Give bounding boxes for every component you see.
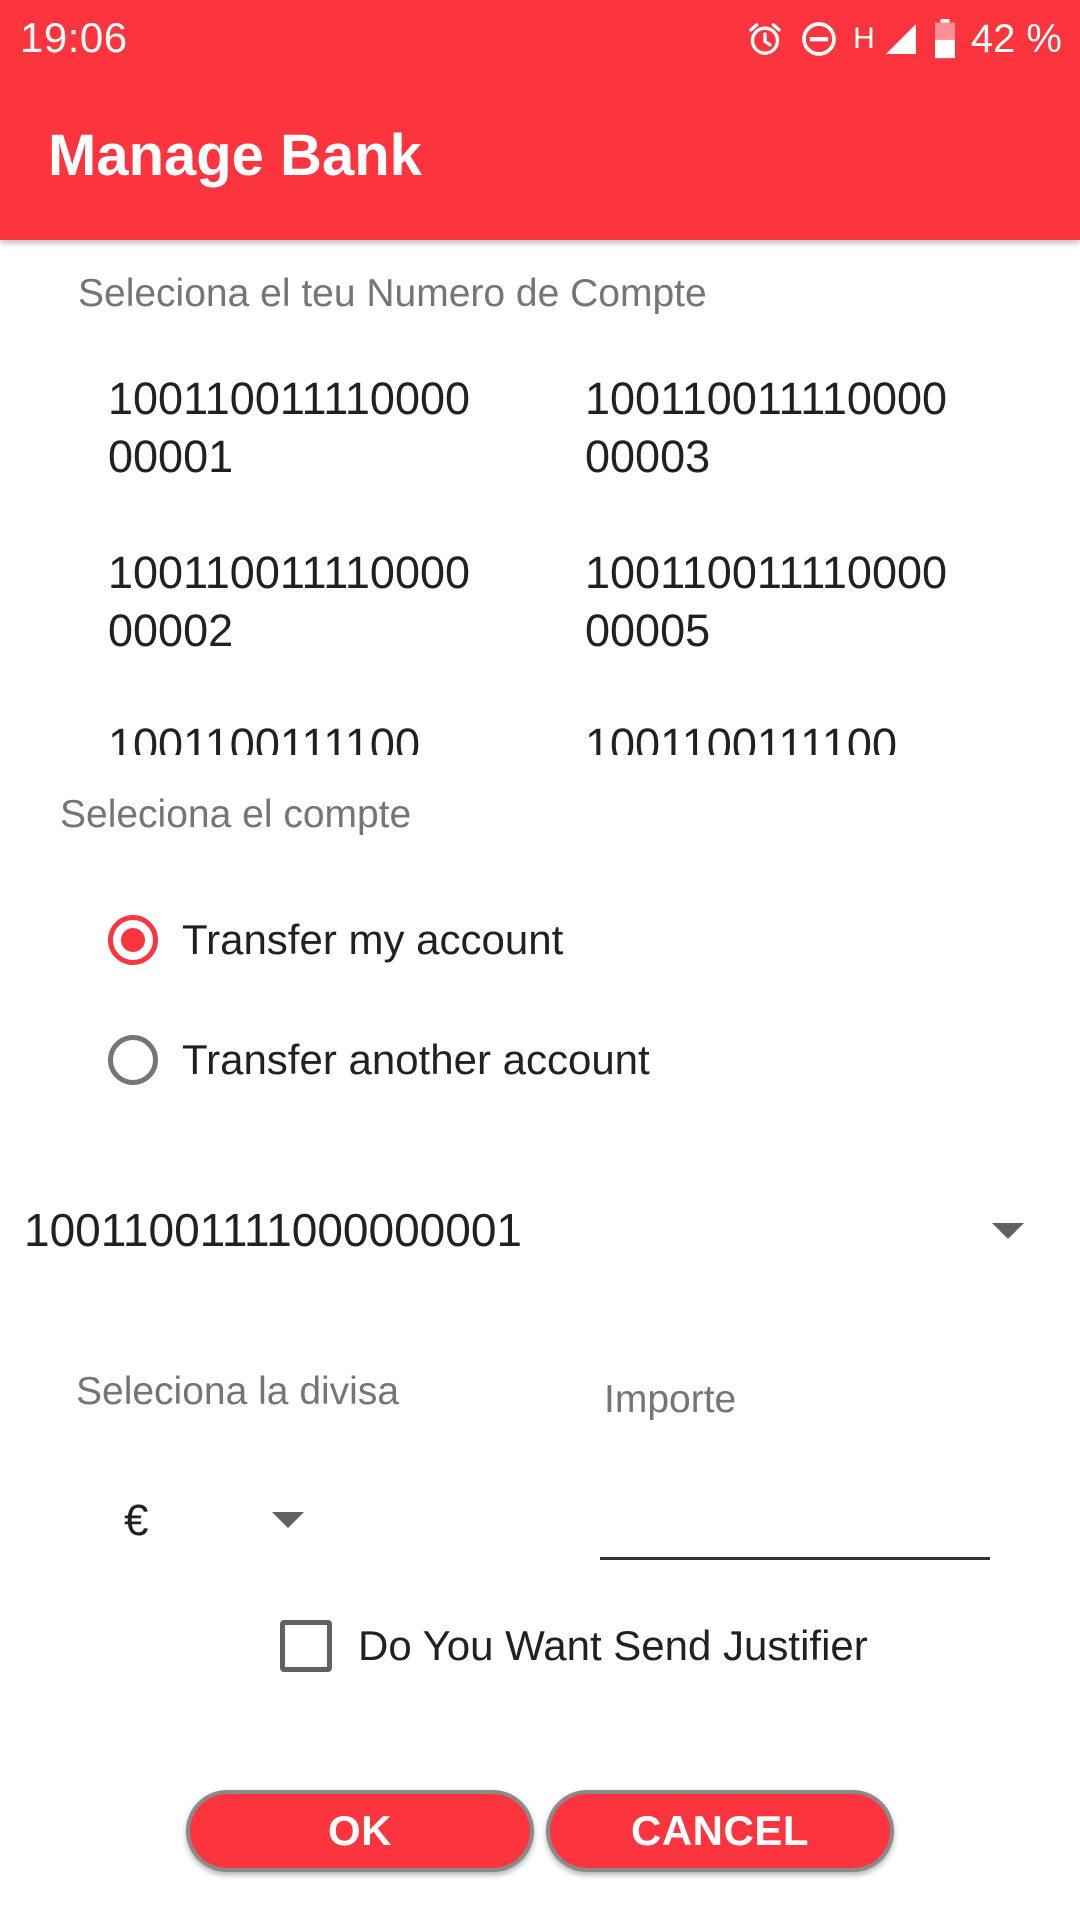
account-item[interactable]: 10011001111000000001 [108, 370, 488, 486]
justifier-checkbox-row[interactable]: Do You Want Send Justifier [280, 1618, 868, 1674]
dropdown-arrow-icon[interactable] [272, 1512, 304, 1528]
accounts-grid: 10011001111000000001 1001100111100000000… [0, 350, 1080, 755]
page-title: Manage Bank [48, 123, 422, 188]
cancel-button[interactable]: CANCEL [546, 1790, 894, 1872]
amount-input[interactable] [600, 1486, 990, 1560]
network-type: H [853, 22, 875, 55]
account-item[interactable]: 10011001111000000005 [585, 544, 965, 660]
radio-button-checked[interactable] [108, 915, 158, 965]
alarm-icon [749, 23, 781, 55]
radio-label: Transfer another account [182, 1036, 650, 1083]
account-item[interactable]: 10011001111000000003 [585, 370, 965, 486]
battery-icon [934, 19, 955, 59]
justifier-label: Do You Want Send Justifier [358, 1622, 868, 1669]
account-item[interactable]: 10011001111000000002 [108, 544, 488, 660]
ok-button[interactable]: OK [186, 1790, 534, 1872]
justifier-checkbox[interactable] [280, 1620, 332, 1672]
radio-transfer-my-account[interactable]: Transfer my account [108, 908, 563, 972]
radio-button-unchecked[interactable] [108, 1035, 158, 1085]
account-item[interactable]: 1001100111100 [585, 716, 965, 755]
transfer-section-label: Seleciona el compte [60, 793, 412, 836]
amount-label: Importe [604, 1378, 737, 1421]
app-bar: 19:06 H 42 % Manage Bank [0, 0, 1080, 240]
radio-label: Transfer my account [182, 916, 564, 963]
signal-icon [885, 24, 916, 54]
battery-percent: 42 % [970, 16, 1062, 61]
status-time: 19:06 [20, 14, 128, 61]
account-spinner-value[interactable]: 10011001111000000001 [24, 1203, 522, 1257]
currency-value[interactable]: € [124, 1496, 148, 1546]
status-icons: H 42 % [745, 14, 1062, 64]
accounts-section-label: Seleciona el teu Numero de Compte [78, 272, 707, 315]
currency-label: Seleciona la divisa [76, 1370, 400, 1413]
account-item[interactable]: 1001100111100 [108, 716, 488, 755]
do-not-disturb-icon [802, 22, 836, 56]
radio-transfer-another-account[interactable]: Transfer another account [108, 1028, 650, 1092]
dropdown-arrow-icon[interactable] [992, 1223, 1024, 1239]
